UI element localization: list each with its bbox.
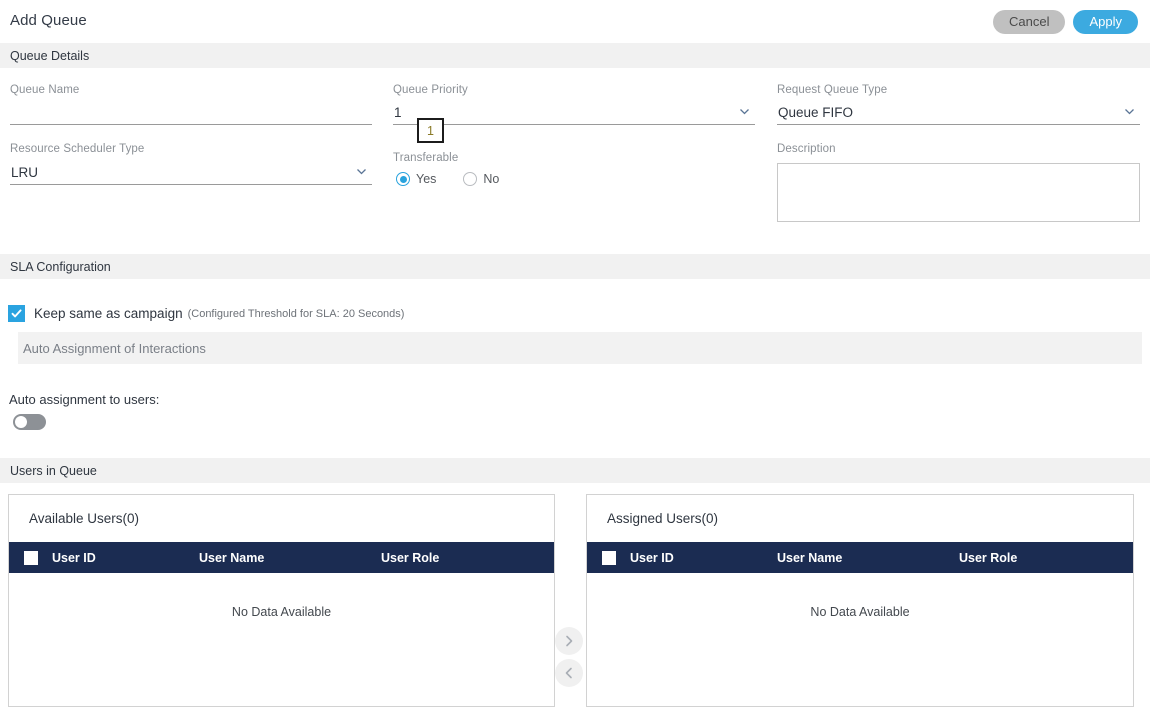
transferable-label: Transferable bbox=[393, 152, 459, 164]
header-actions: Cancel Apply bbox=[993, 10, 1138, 34]
transferable-radio-group: Yes No bbox=[396, 172, 499, 186]
auto-assignment-label: Auto assignment to users: bbox=[9, 392, 160, 407]
available-column-user-id: User ID bbox=[52, 550, 96, 565]
available-column-user-name: User Name bbox=[199, 550, 265, 565]
available-select-all-cell bbox=[9, 550, 52, 565]
assigned-users-table-header: User ID User Name User Role bbox=[587, 542, 1133, 573]
assigned-select-all-cell bbox=[587, 550, 630, 565]
subsection-auto-assignment: Auto Assignment of Interactions bbox=[18, 332, 1142, 364]
checkbox-checked-icon[interactable] bbox=[8, 305, 25, 322]
transferable-option-no[interactable]: No bbox=[463, 172, 499, 186]
queue-priority-tooltip: 1 bbox=[417, 118, 444, 143]
transferable-option-no-label: No bbox=[483, 172, 500, 186]
queue-priority-label: Queue Priority bbox=[393, 84, 468, 96]
apply-button[interactable]: Apply bbox=[1073, 10, 1138, 34]
transfer-controls bbox=[555, 627, 583, 687]
section-title-queue-details: Queue Details bbox=[10, 48, 90, 63]
queue-name-input[interactable] bbox=[10, 103, 372, 125]
transferable-option-yes-label: Yes bbox=[416, 172, 437, 186]
radio-unselected-icon[interactable] bbox=[463, 172, 478, 186]
assigned-column-user-name: User Name bbox=[777, 550, 843, 565]
resource-scheduler-type-label: Resource Scheduler Type bbox=[10, 143, 145, 155]
page-title: Add Queue bbox=[10, 12, 87, 29]
resource-scheduler-type-select[interactable] bbox=[10, 163, 372, 185]
available-users-empty-text: No Data Available bbox=[231, 605, 332, 619]
cancel-button[interactable]: Cancel bbox=[993, 10, 1066, 34]
queue-priority-value[interactable] bbox=[393, 103, 755, 125]
add-queue-page: Add Queue Cancel Apply Queue Details Que… bbox=[0, 0, 1150, 707]
subsection-title-auto-assignment: Auto Assignment of Interactions bbox=[23, 340, 206, 356]
description-textarea[interactable] bbox=[777, 163, 1140, 222]
radio-selected-icon[interactable] bbox=[396, 172, 410, 186]
sla-threshold-note: (Configured Threshold for SLA: 20 Second… bbox=[187, 307, 405, 320]
description-label: Description bbox=[777, 143, 836, 155]
assigned-users-table-body: No Data Available bbox=[587, 573, 1133, 673]
section-header-sla-configuration: SLA Configuration bbox=[0, 254, 1150, 279]
section-header-users-in-queue: Users in Queue bbox=[0, 458, 1150, 483]
assigned-column-user-id: User ID bbox=[630, 550, 674, 565]
available-users-table-header: User ID User Name User Role bbox=[9, 542, 554, 573]
queue-priority-select[interactable] bbox=[393, 103, 755, 125]
assigned-users-caption: Assigned Users(0) bbox=[607, 511, 719, 526]
assigned-users-panel: Assigned Users(0) User ID User Name User… bbox=[586, 494, 1134, 707]
queue-name-label: Queue Name bbox=[10, 84, 80, 96]
keep-same-as-campaign-label: Keep same as campaign bbox=[34, 306, 183, 321]
available-users-panel: Available Users(0) User ID User Name Use… bbox=[8, 494, 555, 707]
select-all-checkbox[interactable] bbox=[601, 550, 616, 565]
page-header: Add Queue Cancel Apply bbox=[0, 0, 1150, 43]
transferable-option-yes[interactable]: Yes bbox=[396, 172, 436, 186]
auto-assignment-toggle[interactable] bbox=[13, 414, 46, 430]
assigned-users-empty-text: No Data Available bbox=[810, 605, 910, 619]
keep-same-as-campaign-row: Keep same as campaign (Configured Thresh… bbox=[8, 305, 404, 322]
available-column-user-role: User Role bbox=[381, 550, 440, 565]
available-users-table-body: No Data Available bbox=[9, 573, 554, 673]
request-queue-type-select[interactable] bbox=[777, 103, 1140, 125]
available-users-caption: Available Users(0) bbox=[29, 511, 140, 526]
request-queue-type-value[interactable] bbox=[777, 103, 1140, 125]
section-title-users-in-queue: Users in Queue bbox=[10, 463, 97, 478]
section-title-sla-configuration: SLA Configuration bbox=[10, 259, 111, 274]
move-right-button[interactable] bbox=[555, 627, 583, 655]
resource-scheduler-type-value[interactable] bbox=[10, 163, 372, 185]
request-queue-type-label: Request Queue Type bbox=[777, 84, 888, 96]
section-header-queue-details: Queue Details bbox=[0, 43, 1150, 68]
move-left-button[interactable] bbox=[555, 659, 583, 687]
select-all-checkbox[interactable] bbox=[23, 550, 38, 565]
assigned-column-user-role: User Role bbox=[959, 550, 1018, 565]
